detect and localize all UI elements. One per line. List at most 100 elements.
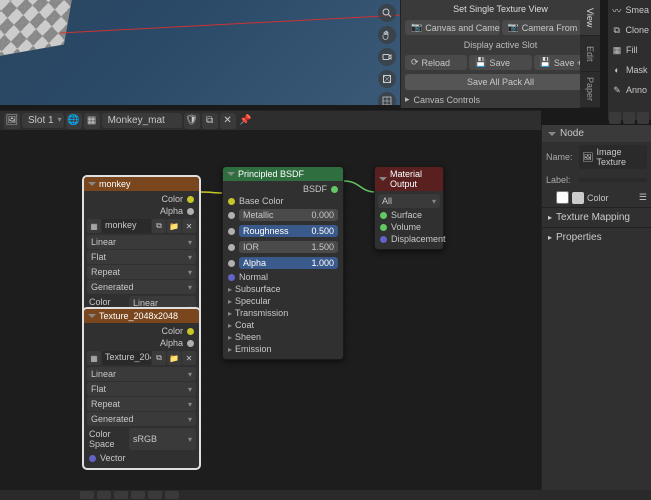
- coat-fold[interactable]: Coat: [226, 319, 340, 331]
- socket-volume[interactable]: [380, 224, 387, 231]
- open-icon[interactable]: 📁: [167, 219, 181, 233]
- projection-dropdown[interactable]: Flat: [87, 250, 196, 264]
- material-name-field[interactable]: Monkey_mat: [102, 113, 182, 128]
- node-image-texture-2048[interactable]: Texture_2048x2048 Color Alpha ▦ Texture_…: [83, 308, 200, 469]
- node-header[interactable]: monkey: [84, 177, 199, 191]
- zoom-icon[interactable]: [378, 4, 396, 22]
- node-editor[interactable]: monkey Color Alpha ▦ monkey ⧉ 📁 ✕ Linear…: [0, 130, 541, 490]
- roughness-slider[interactable]: Roughness0.500: [239, 225, 338, 237]
- socket-color[interactable]: [187, 196, 194, 203]
- sheen-fold[interactable]: Sheen: [226, 331, 340, 343]
- socket-displacement[interactable]: [380, 236, 387, 243]
- socket-ior[interactable]: [228, 244, 235, 251]
- node-material-output[interactable]: Material Output All Surface Volume Displ…: [374, 166, 444, 250]
- play-icon[interactable]: [131, 491, 145, 499]
- node-label-field[interactable]: [579, 178, 647, 182]
- image-name-field[interactable]: Texture_2048x2...: [102, 351, 151, 365]
- collapse-icon[interactable]: [548, 132, 556, 136]
- source-dropdown[interactable]: Generated: [87, 412, 196, 426]
- texture-mapping-fold[interactable]: Texture Mapping: [542, 207, 651, 227]
- socket-bsdf[interactable]: [331, 186, 338, 193]
- material-world-icon[interactable]: 🌐: [66, 113, 82, 129]
- collapse-icon[interactable]: [227, 172, 235, 176]
- image-browse-icon[interactable]: ▦: [87, 219, 101, 233]
- list-icon[interactable]: ☰: [639, 192, 647, 203]
- users-icon[interactable]: ⧉: [152, 219, 166, 233]
- extension-dropdown[interactable]: Repeat: [87, 265, 196, 279]
- tab-paper[interactable]: Paper: [580, 72, 600, 108]
- socket-normal[interactable]: [228, 274, 235, 281]
- pin-icon[interactable]: 📌: [238, 113, 254, 129]
- unlink-icon[interactable]: ✕: [182, 219, 196, 233]
- fill-tool[interactable]: ▦Fill: [608, 40, 651, 60]
- socket-alpha[interactable]: [187, 340, 194, 347]
- prev-key-icon[interactable]: [97, 491, 111, 499]
- image-browse-icon[interactable]: ▦: [87, 351, 101, 365]
- projection-dropdown[interactable]: Flat: [87, 382, 196, 396]
- emission-fold[interactable]: Emission: [226, 343, 340, 355]
- node-principled-bsdf[interactable]: Principled BSDF BSDF Base Color Metallic…: [222, 166, 344, 360]
- play-back-icon[interactable]: [114, 491, 128, 499]
- material-browse-icon[interactable]: ▦: [84, 113, 100, 129]
- socket-color[interactable]: [187, 328, 194, 335]
- hand-icon[interactable]: [378, 26, 396, 44]
- collapse-icon[interactable]: [88, 314, 96, 318]
- unlink-icon[interactable]: ✕: [182, 351, 196, 365]
- canvas-controls-fold[interactable]: ▸Canvas Controls: [401, 92, 600, 107]
- users-icon[interactable]: ⧉: [152, 351, 166, 365]
- extension-dropdown[interactable]: Repeat: [87, 397, 196, 411]
- tab-edit[interactable]: Edit: [580, 36, 600, 72]
- jump-start-icon[interactable]: [80, 491, 94, 499]
- socket-alpha[interactable]: [187, 208, 194, 215]
- jump-end-icon[interactable]: [165, 491, 179, 499]
- node-header[interactable]: Principled BSDF: [223, 167, 343, 181]
- save-all-pack-button[interactable]: Save All Pack All: [405, 74, 596, 90]
- node-header[interactable]: Material Output: [375, 167, 443, 191]
- target-dropdown[interactable]: All: [378, 194, 440, 208]
- node-name-field[interactable]: 🖼Image Texture: [579, 145, 647, 169]
- transmission-fold[interactable]: Transmission: [226, 307, 340, 319]
- sidebar-header[interactable]: Node: [542, 125, 651, 142]
- node-header[interactable]: Texture_2048x2048: [84, 309, 199, 323]
- open-icon[interactable]: 📁: [167, 351, 181, 365]
- color-checkbox[interactable]: [556, 191, 569, 204]
- interpolation-dropdown[interactable]: Linear: [87, 235, 196, 249]
- socket-roughness[interactable]: [228, 228, 235, 235]
- socket-vector[interactable]: [89, 455, 96, 462]
- mask-tool[interactable]: ◐Mask: [608, 60, 651, 80]
- canvas-and-camera-button[interactable]: 📷Canvas and Camera: [405, 20, 500, 35]
- color-swatch[interactable]: [572, 192, 584, 204]
- perspective-icon[interactable]: [378, 70, 396, 88]
- viewport-3d[interactable]: [0, 0, 400, 105]
- snap-icon[interactable]: [623, 112, 635, 124]
- properties-fold[interactable]: Properties: [542, 227, 651, 247]
- clone-tool[interactable]: ⧉Clone: [608, 20, 651, 40]
- collapse-icon[interactable]: [379, 177, 387, 181]
- unlink-icon[interactable]: ✕: [220, 113, 236, 129]
- camera-icon[interactable]: [378, 48, 396, 66]
- next-key-icon[interactable]: [148, 491, 162, 499]
- socket-alpha[interactable]: [228, 260, 235, 267]
- image-name-field[interactable]: monkey: [102, 219, 151, 233]
- slot-dropdown[interactable]: Slot 1: [22, 113, 64, 128]
- grid-icon[interactable]: [378, 92, 396, 105]
- specular-fold[interactable]: Specular: [226, 295, 340, 307]
- annotate-tool[interactable]: ✎Anno: [608, 80, 651, 100]
- reload-button[interactable]: ⟳Reload: [405, 55, 467, 70]
- collapse-icon[interactable]: [88, 182, 96, 186]
- colorspace-dropdown[interactable]: sRGB: [129, 428, 196, 450]
- socket-surface[interactable]: [380, 212, 387, 219]
- duplicate-icon[interactable]: ⧉: [202, 113, 218, 129]
- tab-view[interactable]: View: [580, 0, 600, 36]
- chevron-down-icon[interactable]: [637, 112, 649, 124]
- interpolation-dropdown[interactable]: Linear: [87, 367, 196, 381]
- smear-tool[interactable]: 〰Smea: [608, 0, 651, 20]
- save-button[interactable]: 💾Save: [469, 55, 531, 70]
- socket-base-color[interactable]: [228, 198, 235, 205]
- source-dropdown[interactable]: Generated: [87, 280, 196, 294]
- timeline-bar[interactable]: [0, 490, 651, 500]
- alpha-slider[interactable]: Alpha1.000: [239, 257, 338, 269]
- subsurface-fold[interactable]: Subsurface: [226, 283, 340, 295]
- overlay-icon[interactable]: [609, 112, 621, 124]
- shield-icon[interactable]: 🛡: [184, 113, 200, 129]
